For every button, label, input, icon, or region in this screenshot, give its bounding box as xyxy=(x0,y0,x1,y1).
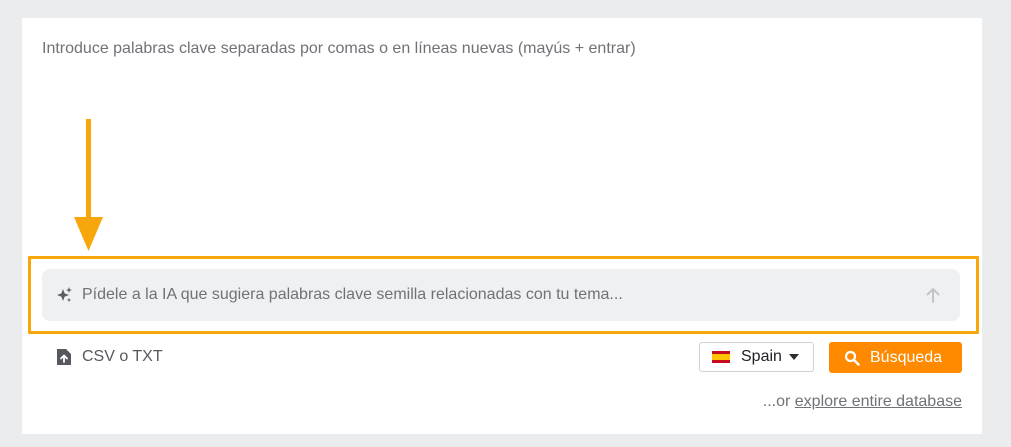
sparkles-icon xyxy=(57,287,72,302)
keywords-textarea-placeholder[interactable]: Introduce palabras clave separadas por c… xyxy=(42,40,636,58)
explore-database-link[interactable]: explore entire database xyxy=(795,393,962,410)
ai-prompt-input[interactable]: Pídele a la IA que sugiera palabras clav… xyxy=(42,269,960,321)
upload-file-button[interactable]: CSV o TXT xyxy=(56,347,163,367)
annotation-arrow-down-icon xyxy=(74,119,103,251)
chevron-down-icon xyxy=(788,354,799,360)
country-label: Spain xyxy=(741,348,782,365)
search-icon xyxy=(844,350,860,366)
keyword-input-card: Introduce palabras clave separadas por c… xyxy=(22,18,982,434)
arrow-up-icon[interactable] xyxy=(924,286,942,304)
explore-database: ...or explore entire database xyxy=(763,393,962,411)
file-upload-icon xyxy=(57,349,71,365)
explore-prefix: ...or xyxy=(762,393,795,410)
upload-label: CSV o TXT xyxy=(82,348,163,365)
ai-prompt-placeholder: Pídele a la IA que sugiera palabras clav… xyxy=(82,286,623,303)
search-button-label: Búsqueda xyxy=(870,348,943,366)
country-select[interactable]: Spain xyxy=(699,342,814,372)
search-button[interactable]: Búsqueda xyxy=(829,342,962,373)
spain-flag-icon xyxy=(712,351,730,363)
